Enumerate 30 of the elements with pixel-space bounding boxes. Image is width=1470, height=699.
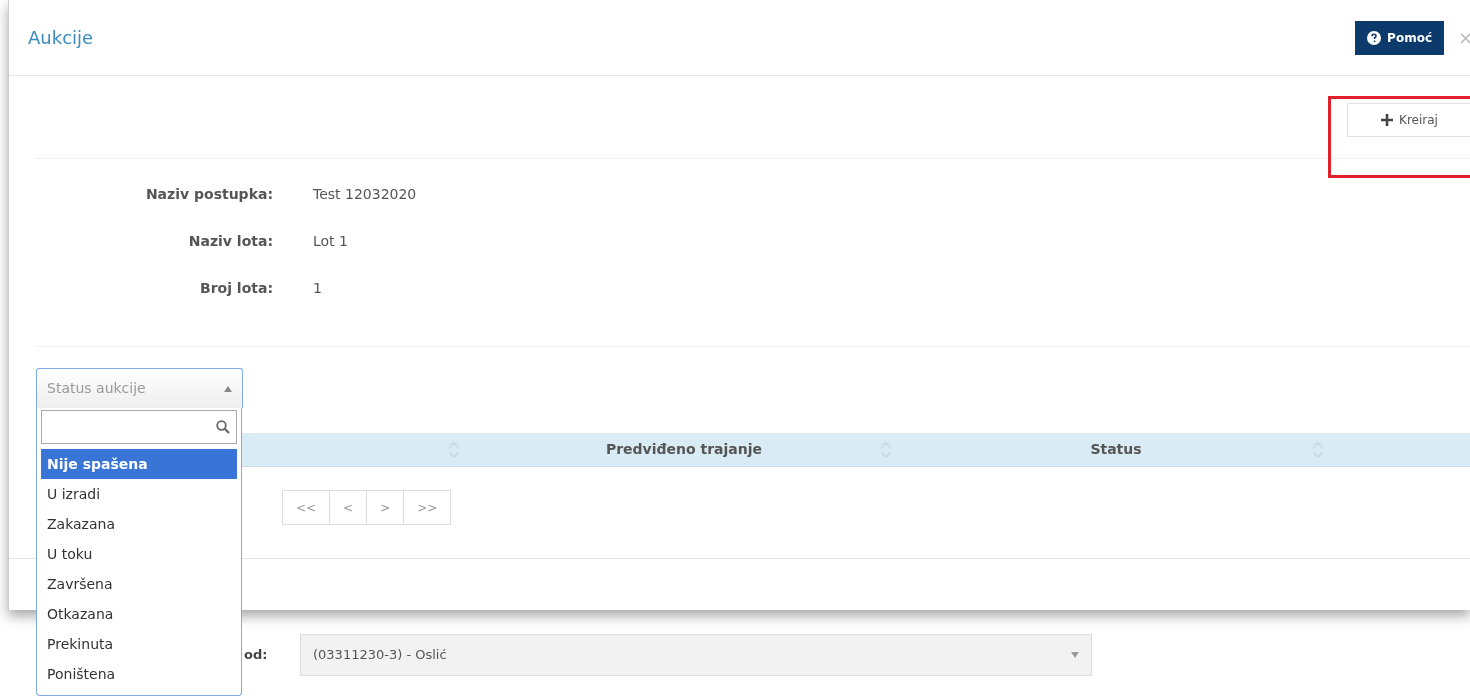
detail-value: 1 [313,279,322,298]
select-field[interactable]: (03311230-3) - Oslić [300,633,1092,676]
dropdown-option[interactable]: Otkazana [41,599,237,629]
sort-icon[interactable] [1312,441,1324,459]
column-header[interactable]: Predviđeno trajanje [605,439,763,460]
dropdown-option[interactable]: U izradi [41,479,237,509]
modal-title: Aukcije [28,26,94,50]
dropdown-option[interactable]: Završena [41,569,237,599]
caret-icon [1071,651,1079,658]
dropdown-option[interactable]: Zakazana [41,509,237,539]
help-icon [1367,30,1382,45]
detail-value: Test 12032020 [313,185,417,204]
field-label: od: [244,645,269,664]
sort-icon[interactable] [448,441,460,459]
search-icon [216,420,230,434]
dropdown-option[interactable]: U toku [41,539,237,569]
detail-value: Lot 1 [313,232,348,251]
detail-label: Broj lota: [198,279,273,298]
dropdown-option[interactable]: Poništena [41,659,237,689]
caret-icon [224,385,232,392]
column-header[interactable]: Status [1090,439,1142,460]
help-button[interactable]: Pomoć [1355,20,1444,55]
detail-label: Naziv lota: [187,232,273,251]
create-button[interactable]: Kreiraj [1347,103,1470,137]
dropdown-option[interactable]: Nije spašena [41,449,237,479]
dropdown-option[interactable]: Prekinuta [41,629,237,659]
search-field[interactable] [41,410,237,444]
sort-icon[interactable] [880,441,892,459]
detail-label: Naziv postupka: [144,185,273,204]
plus-icon [1381,114,1394,126]
